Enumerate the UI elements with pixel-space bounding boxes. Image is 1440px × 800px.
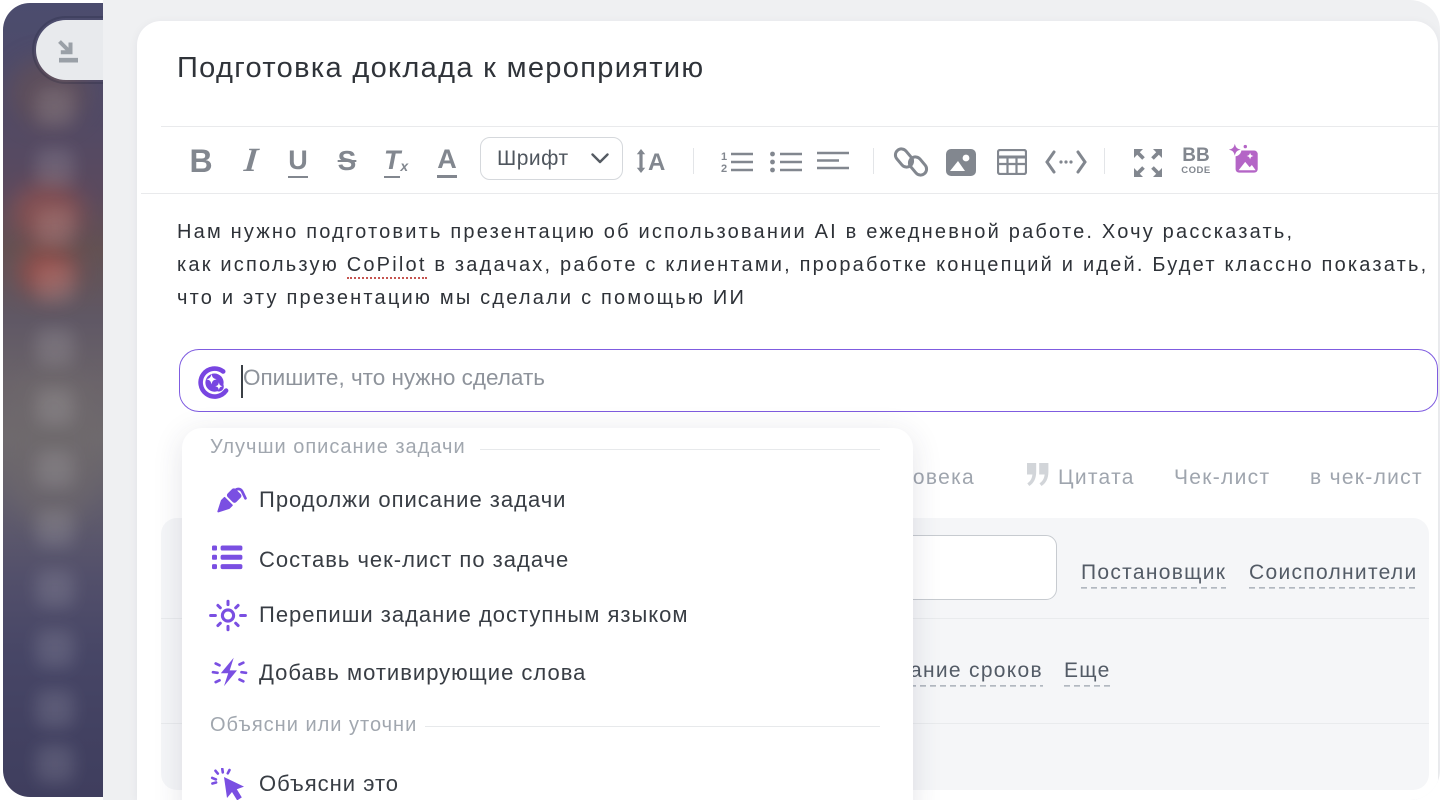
svg-text:2: 2 — [721, 163, 727, 174]
svg-text:1: 1 — [721, 151, 727, 163]
svg-text:A: A — [648, 149, 665, 174]
